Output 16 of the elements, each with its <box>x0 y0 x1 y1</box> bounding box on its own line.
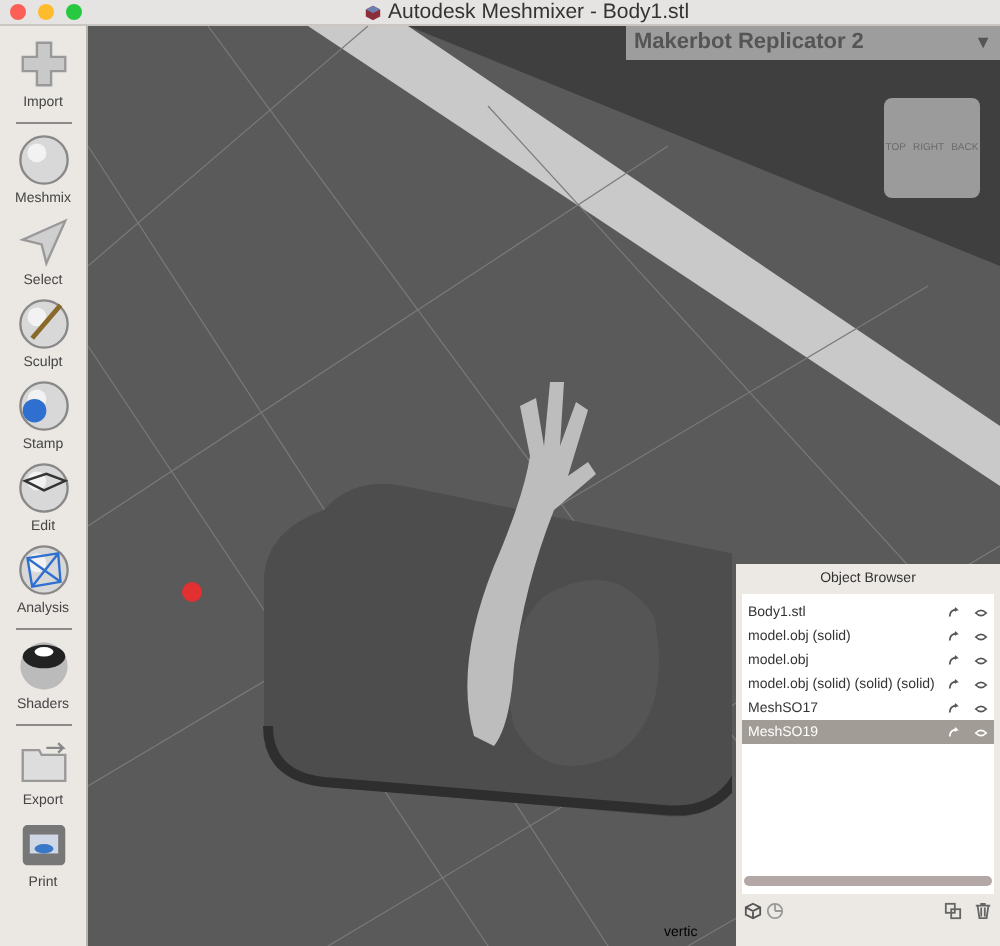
arrow-icon <box>17 216 69 268</box>
scrollbar[interactable] <box>744 876 992 886</box>
cube-icon[interactable] <box>744 902 762 920</box>
plus-icon <box>17 38 69 90</box>
sphere-icon <box>17 380 69 432</box>
sphere-icon <box>17 298 69 350</box>
app-icon <box>364 4 382 22</box>
caret-icon: ▼ <box>974 29 992 57</box>
sphere-icon <box>17 134 69 186</box>
trash-icon[interactable] <box>974 902 992 920</box>
duplicate-icon[interactable] <box>944 902 962 920</box>
sphere-icon <box>17 462 69 514</box>
chrome-ball-icon <box>17 640 69 692</box>
window-title: Autodesk Meshmixer - Body1.stl <box>388 2 690 24</box>
sphere-icon <box>17 544 69 596</box>
pivot-point-icon <box>182 582 202 602</box>
